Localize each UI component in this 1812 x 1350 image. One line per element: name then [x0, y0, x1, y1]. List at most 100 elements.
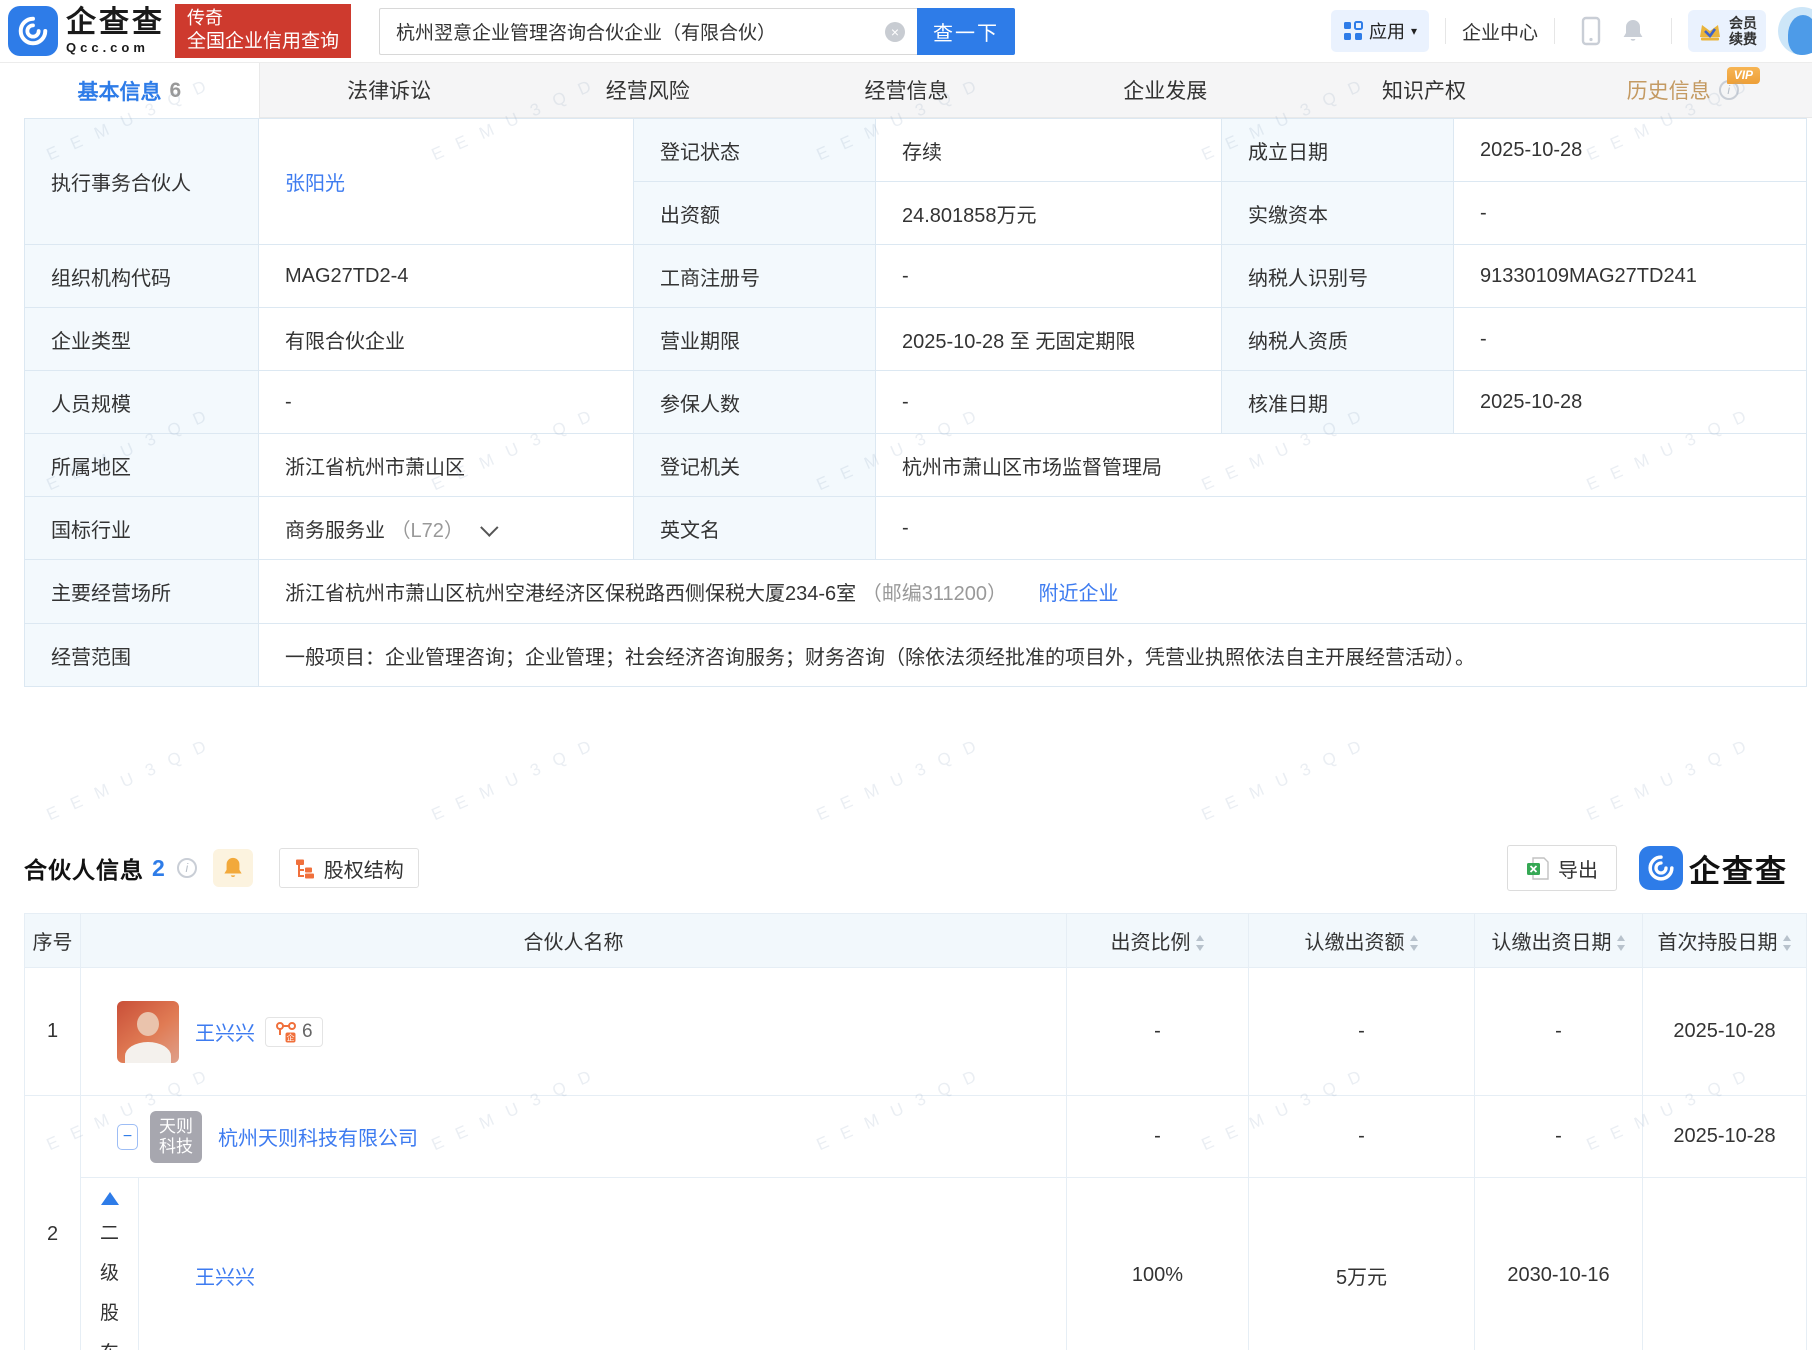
- address-value: 浙江省杭州市萧山区杭州空港经济区保税路西侧保税大厦234-6室 （邮编31120…: [259, 560, 1807, 624]
- tab-operation-info[interactable]: 经营信息: [777, 63, 1036, 117]
- ratio-value: 100%: [1067, 1178, 1249, 1350]
- paid-capital-value: -: [1454, 182, 1807, 245]
- qcc-brand-text: 企查查 Qcc.com: [66, 8, 165, 54]
- partner-row-2: 2 − 天则 科技 杭州天则科技有限公司 - - - 2025-10-28: [25, 1096, 1807, 1178]
- english-name-label: 英文名: [634, 497, 876, 560]
- clear-search-icon[interactable]: ×: [885, 22, 905, 42]
- related-companies-badge[interactable]: 企 6: [265, 1017, 323, 1047]
- search-input[interactable]: [379, 8, 917, 55]
- tab-label: 知识产权: [1382, 75, 1466, 105]
- sort-icon: [1616, 935, 1626, 951]
- row-no: 2: [25, 1096, 81, 1350]
- first-date-value: 2025-10-28: [1643, 1096, 1807, 1178]
- staff-size-value: -: [259, 371, 634, 434]
- col-date[interactable]: 认缴出资日期: [1475, 914, 1643, 968]
- basic-info-table: 执行事务合伙人 张阳光 登记状态 存续 成立日期 2025-10-28 出资额 …: [24, 118, 1807, 687]
- col-ratio[interactable]: 出资比例: [1067, 914, 1249, 968]
- tab-operation-risk[interactable]: 经营风险: [518, 63, 777, 117]
- col-no: 序号: [25, 914, 81, 968]
- scope-label: 经营范围: [25, 624, 259, 687]
- chevron-down-icon[interactable]: [480, 518, 498, 536]
- nearby-companies-link[interactable]: 附近企业: [1039, 583, 1119, 605]
- mobile-app-button[interactable]: [1581, 16, 1601, 46]
- ratio-value: -: [1067, 1096, 1249, 1178]
- enterprise-center-link[interactable]: 企业中心: [1462, 18, 1538, 45]
- est-date-label: 成立日期: [1222, 119, 1454, 182]
- partner-name-cell: 王兴兴 企 6: [81, 968, 1067, 1096]
- company-graph-icon: 企: [275, 1021, 297, 1043]
- approval-date-value: 2025-10-28: [1454, 371, 1807, 434]
- taxpayer-quality-label: 纳税人资质: [1222, 308, 1454, 371]
- collapse-button[interactable]: −: [117, 1124, 138, 1150]
- partner-photo[interactable]: [117, 1001, 179, 1063]
- bell-icon: [1621, 18, 1645, 44]
- exec-partner-label: 执行事务合伙人: [25, 119, 259, 245]
- business-term-value: 2025-10-28 至 无固定期限: [876, 308, 1222, 371]
- notifications-button[interactable]: [1621, 18, 1645, 44]
- tab-legal[interactable]: 法律诉讼: [260, 63, 519, 117]
- tab-label: 企业发展: [1123, 75, 1207, 105]
- taxpayer-id-value: 91330109MAG27TD241: [1454, 245, 1807, 308]
- qcc-logo-icon: [1639, 846, 1683, 890]
- nav-divider: [1445, 18, 1446, 44]
- partners-count: 2: [152, 855, 165, 882]
- top-header: 企查查 Qcc.com 传奇 全国企业信用查询 × 查一下 应用 ▾ 企业中心: [0, 0, 1812, 62]
- qcc-logo-icon: [8, 6, 58, 56]
- company-logo-line2: 科技: [159, 1137, 193, 1157]
- partner-name-link[interactable]: 王兴兴: [195, 1017, 255, 1046]
- col-label: 认缴出资日期: [1492, 932, 1612, 954]
- user-avatar[interactable]: [1778, 7, 1812, 55]
- reg-status-label: 登记状态: [634, 119, 876, 182]
- apps-menu[interactable]: 应用 ▾: [1331, 10, 1429, 52]
- staff-size-label: 人员规模: [25, 371, 259, 434]
- member-renew-button[interactable]: 会员 续费: [1688, 10, 1766, 52]
- paid-capital-label: 实缴资本: [1222, 182, 1454, 245]
- qcc-logo-text: 企查查: [1689, 846, 1788, 891]
- info-circle-icon[interactable]: i: [177, 858, 197, 878]
- search-button[interactable]: 查一下: [917, 8, 1015, 55]
- industry-code: （L72）: [391, 520, 464, 542]
- tab-basic-info[interactable]: 基本信息 6: [0, 63, 260, 118]
- partner-row-2-sub: 二级股东 王兴兴 100% 5万元 2030-10-16: [25, 1178, 1807, 1350]
- member-renew-label: 会员 续费: [1729, 15, 1757, 47]
- photo-head: [137, 1012, 159, 1036]
- first-date-value: 2025-10-28: [1643, 968, 1807, 1096]
- reg-authority-value: 杭州市萧山区市场监督管理局: [876, 434, 1807, 497]
- sort-icon: [1195, 935, 1205, 951]
- col-first-date[interactable]: 首次持股日期: [1643, 914, 1807, 968]
- qcc-logo[interactable]: 企查查 Qcc.com: [8, 6, 165, 56]
- equity-structure-button[interactable]: 股权结构: [279, 848, 419, 888]
- excel-icon: [1526, 856, 1549, 881]
- partner-name-link[interactable]: 杭州天则科技有限公司: [218, 1122, 418, 1151]
- sub-shareholder-link[interactable]: 王兴兴: [195, 1261, 255, 1290]
- est-date-value: 2025-10-28: [1454, 119, 1807, 182]
- industry-value: 商务服务业 （L72）: [259, 497, 634, 560]
- promo-badge: 传奇 全国企业信用查询: [175, 4, 351, 58]
- tab-intellectual-property[interactable]: 知识产权: [1295, 63, 1554, 117]
- equity-structure-label: 股权结构: [324, 854, 404, 883]
- bell-icon: [222, 856, 244, 880]
- tab-history[interactable]: 历史信息 i VIP: [1553, 63, 1812, 117]
- header-nav: 应用 ▾ 企业中心 会员 续费: [1331, 7, 1812, 55]
- exec-partner-link[interactable]: 张阳光: [285, 173, 345, 195]
- amount-value: 5万元: [1249, 1178, 1475, 1350]
- collapse-triangle-icon[interactable]: [101, 1192, 119, 1205]
- export-button[interactable]: 导出: [1507, 845, 1617, 891]
- first-date-value: [1643, 1178, 1807, 1350]
- svg-text:企: 企: [287, 1032, 295, 1042]
- tab-development[interactable]: 企业发展: [1036, 63, 1295, 117]
- member-line2: 续费: [1729, 31, 1757, 47]
- tab-label: 法律诉讼: [347, 75, 431, 105]
- exec-partner-value: 张阳光: [259, 119, 634, 245]
- insured-label: 参保人数: [634, 371, 876, 434]
- tab-label: 历史信息: [1627, 75, 1711, 105]
- tab-label: 经营风险: [606, 75, 690, 105]
- caret-down-icon: ▾: [1411, 24, 1417, 38]
- search-box: ×: [379, 8, 917, 55]
- org-code-value: MAG27TD2-4: [259, 245, 634, 308]
- col-label: 出资比例: [1111, 932, 1191, 954]
- nav-divider: [1554, 18, 1555, 44]
- col-amount[interactable]: 认缴出资额: [1249, 914, 1475, 968]
- reg-status-value: 存续: [876, 119, 1222, 182]
- monitor-bell-button[interactable]: [213, 849, 253, 887]
